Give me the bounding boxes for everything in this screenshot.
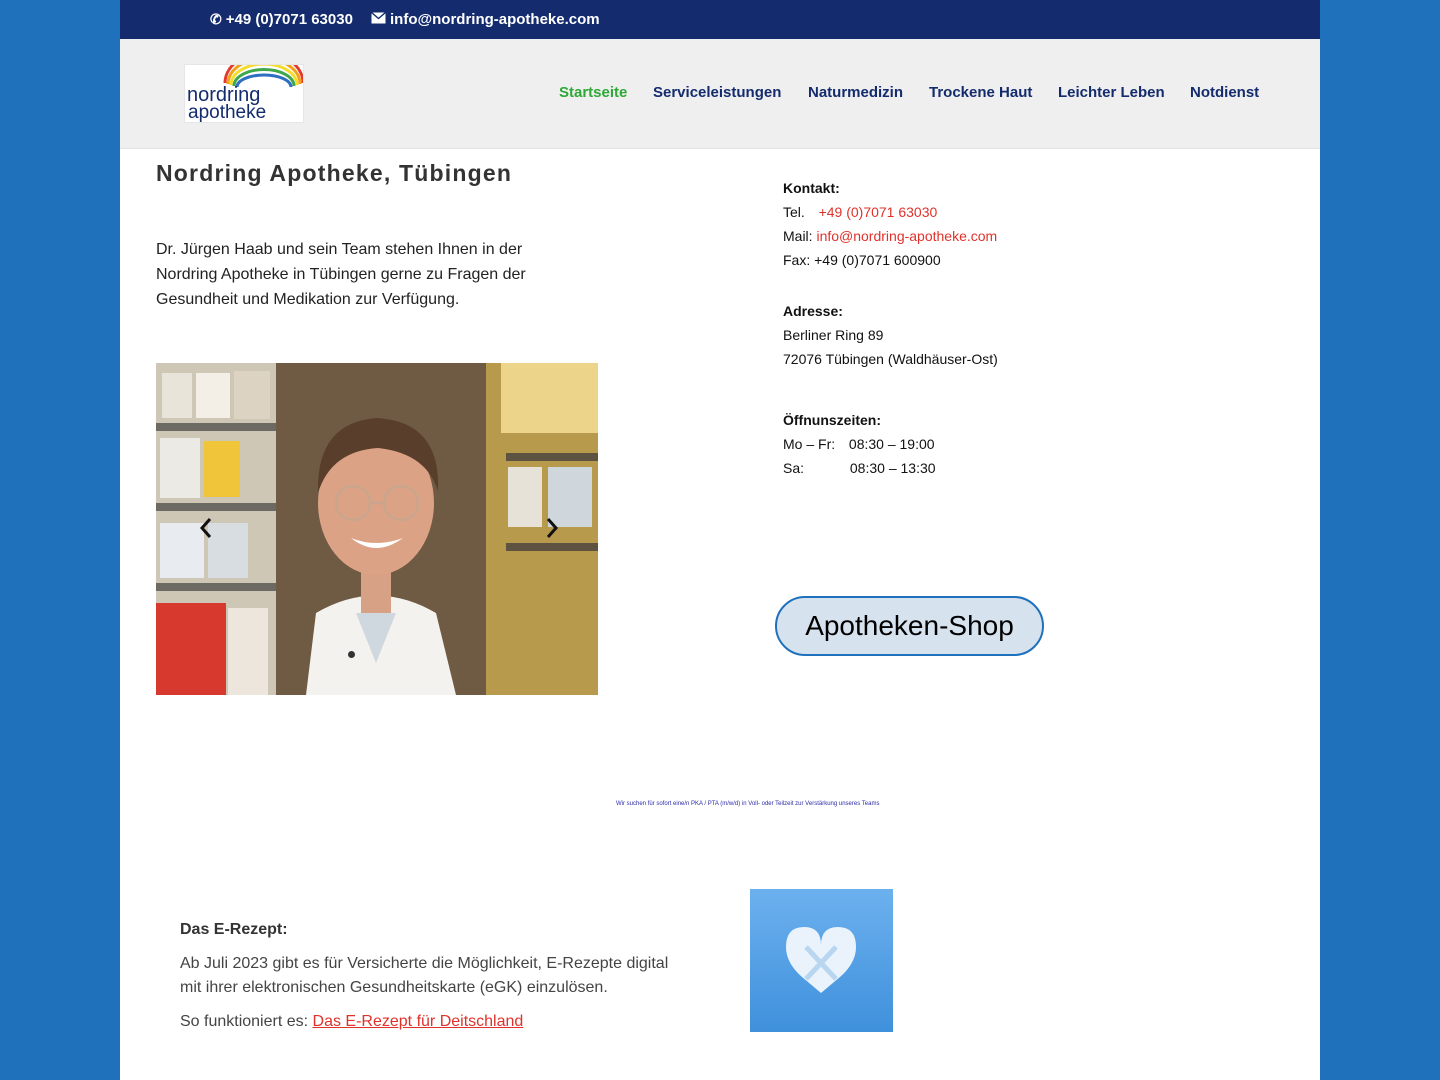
site-logo[interactable]: nordring apotheke	[184, 51, 305, 123]
erezept-how-prefix: So funktioniert es:	[180, 1013, 309, 1030]
contact-heading: Kontakt:	[783, 180, 840, 196]
site-header: nordring apotheke Startseite Serviceleis…	[120, 39, 1320, 149]
heart-icon	[750, 889, 893, 1032]
erezept-app-icon[interactable]	[750, 889, 893, 1032]
slide-photo	[156, 363, 598, 695]
erezept-body: Ab Juli 2023 gibt es für Versicherte die…	[180, 955, 669, 996]
slider-dot-active[interactable]	[348, 651, 355, 658]
phone-icon: ✆	[210, 11, 222, 27]
image-slider[interactable]	[156, 363, 598, 695]
logo-text-line2: apotheke	[188, 102, 266, 122]
contact-tel-row: Tel. +49 (0)7071 63030	[783, 200, 997, 224]
address-line2: 72076 Tübingen (Waldhäuser-Ost)	[783, 351, 998, 367]
top-email-text: info@nordring-apotheke.com	[390, 11, 600, 28]
nav-leichter-leben[interactable]: Leichter Leben	[1058, 84, 1165, 101]
hours-saturday-row: Sa: 08:30 – 13:30	[783, 456, 936, 480]
job-notice-link[interactable]: Wir suchen für sofort eine/n PKA / PTA (…	[616, 801, 879, 807]
tel-label: Tel.	[783, 204, 805, 220]
nav-trockene-haut[interactable]: Trockene Haut	[929, 84, 1032, 101]
top-email-link[interactable]: info@nordring-apotheke.com	[371, 11, 600, 28]
saturday-hours: 08:30 – 13:30	[849, 460, 936, 476]
address-line1: Berliner Ring 89	[783, 327, 884, 343]
address-block: Adresse: Berliner Ring 89 72076 Tübingen…	[783, 299, 998, 371]
address-heading: Adresse:	[783, 303, 843, 319]
shop-button[interactable]: Apotheken-Shop	[775, 596, 1044, 656]
weekdays-label: Mo – Fr:	[783, 436, 836, 452]
top-phone-text: +49 (0)7071 63030	[225, 11, 353, 28]
top-bar: ✆ +49 (0)7071 63030 info@nordring-apothe…	[120, 0, 1320, 39]
nav-serviceleistungen[interactable]: Serviceleistungen	[653, 84, 781, 101]
contact-block: Kontakt: Tel. +49 (0)7071 63030 Mail: in…	[783, 176, 997, 272]
slider-prev-arrow-icon[interactable]	[192, 513, 222, 543]
erezept-section: Das E-Rezept: Ab Juli 2023 gibt es für V…	[180, 918, 690, 1034]
mail-label: Mail:	[783, 228, 813, 244]
page-title: Nordring Apotheke, Tübingen	[156, 160, 513, 186]
nav-notdienst[interactable]: Notdienst	[1190, 84, 1259, 101]
slider-next-arrow-icon[interactable]	[536, 513, 566, 543]
top-phone-link[interactable]: ✆ +49 (0)7071 63030	[210, 11, 353, 28]
weekdays-hours: 08:30 – 19:00	[848, 436, 935, 452]
page: ✆ +49 (0)7071 63030 info@nordring-apothe…	[120, 0, 1320, 1080]
hours-block: Öffnunszeiten: Mo – Fr: 08:30 – 19:00 Sa…	[783, 408, 936, 480]
envelope-icon	[371, 11, 386, 28]
intro-text: Dr. Jürgen Haab und sein Team stehen Ihn…	[156, 237, 556, 312]
hours-weekdays-row: Mo – Fr: 08:30 – 19:00	[783, 432, 936, 456]
hours-heading: Öffnunszeiten:	[783, 412, 881, 428]
erezept-heading: Das E-Rezept:	[180, 921, 288, 938]
saturday-label: Sa:	[783, 460, 805, 476]
intro-paragraph: Dr. Jürgen Haab und sein Team stehen Ihn…	[156, 241, 526, 308]
erezept-how-row: So funktioniert es: Das E-Rezept für Dei…	[180, 1010, 690, 1034]
contact-mail-row: Mail: info@nordring-apotheke.com	[783, 224, 997, 248]
nav-naturmedizin[interactable]: Naturmedizin	[808, 84, 903, 101]
fax-line: Fax: +49 (0)7071 600900	[783, 252, 941, 268]
tel-link[interactable]: +49 (0)7071 63030	[819, 204, 938, 220]
nav-startseite[interactable]: Startseite	[559, 84, 627, 101]
mail-link[interactable]: info@nordring-apotheke.com	[816, 228, 997, 244]
erezept-link[interactable]: Das E-Rezept für Deitschland	[313, 1013, 524, 1030]
